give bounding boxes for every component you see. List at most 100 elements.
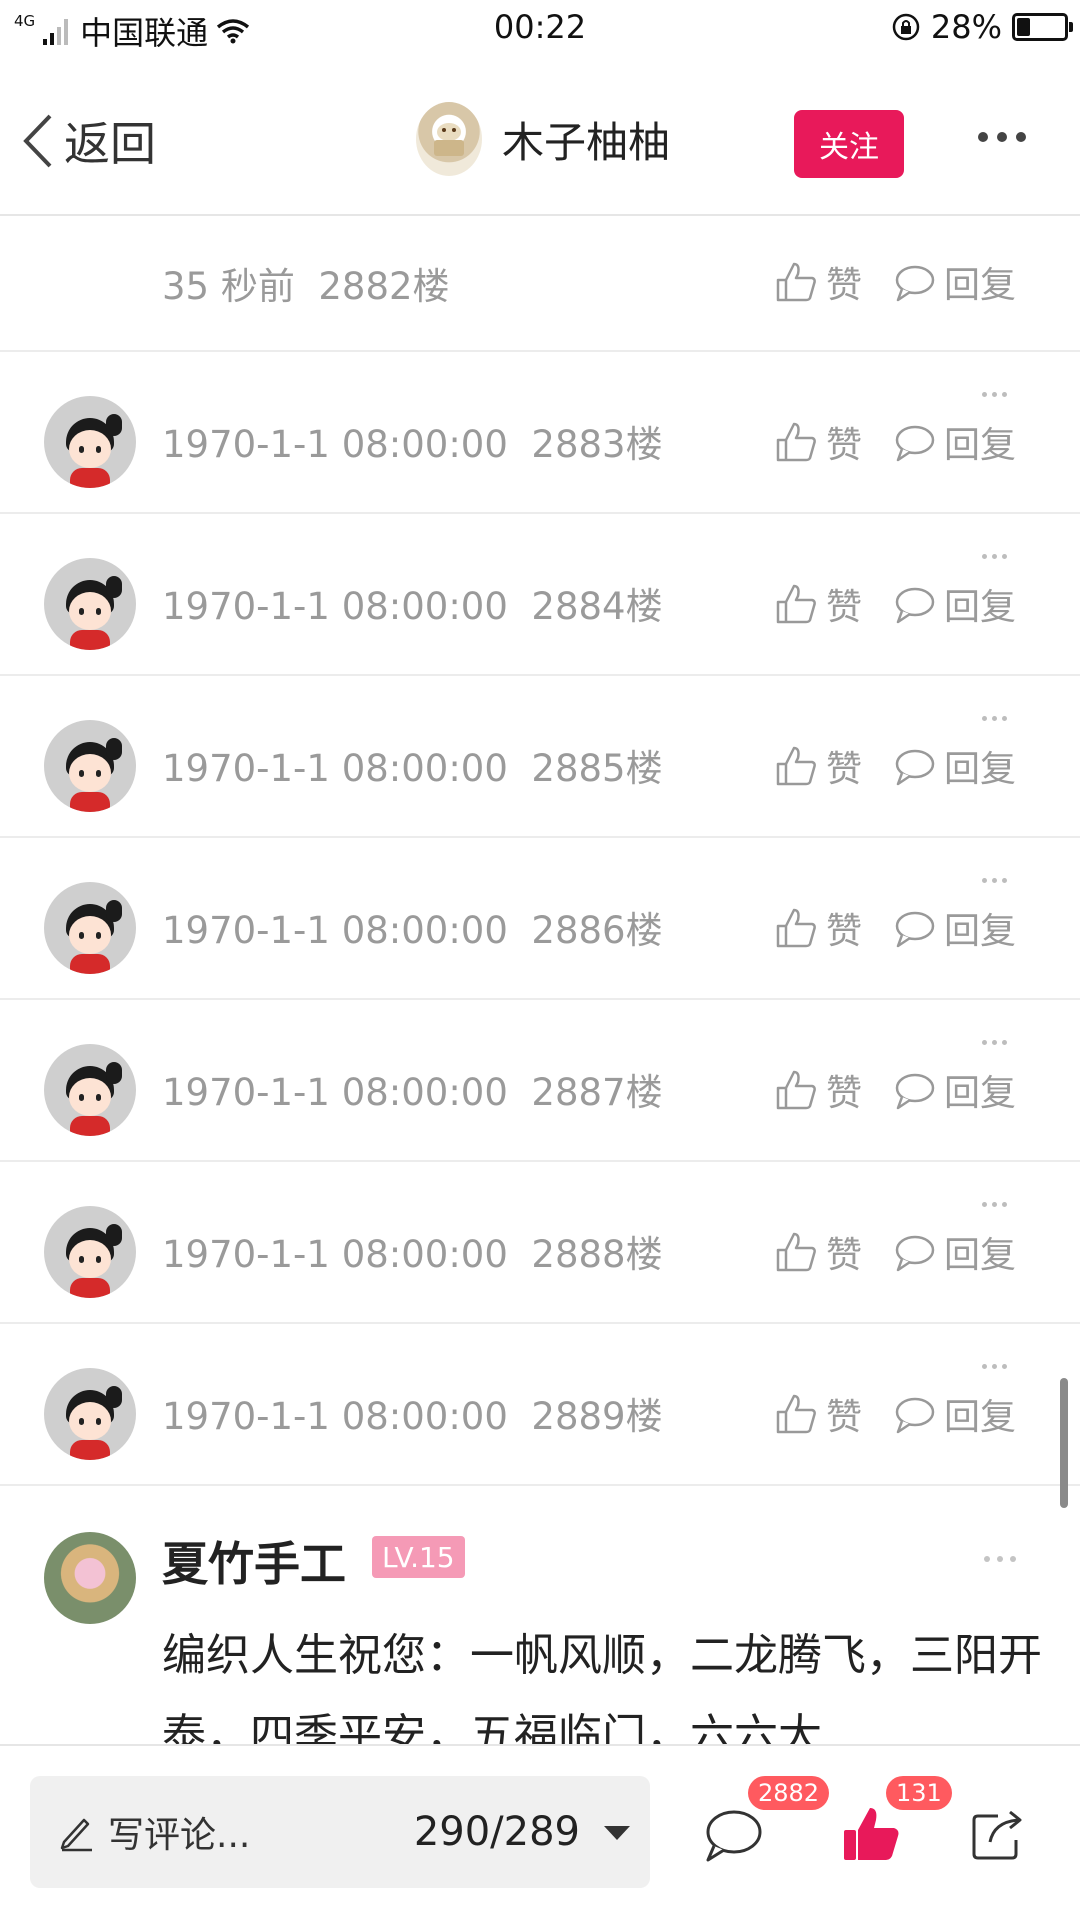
comment-input[interactable]: 写评论... 290/289 — [30, 1776, 650, 1888]
user-avatar[interactable] — [44, 882, 136, 974]
like-thumb-icon — [776, 908, 816, 948]
reply-row: 1970-1-1 08:00:00 2885楼 赞 回复 — [0, 676, 1080, 838]
share-icon — [972, 1810, 1022, 1860]
battery-percent: 28% — [930, 8, 1002, 46]
reply-row: 1970-1-1 08:00:00 2888楼 赞 回复 — [0, 1162, 1080, 1324]
reply-bubble-icon — [895, 1397, 935, 1434]
like-label: 赞 — [826, 1073, 863, 1114]
reply-label: 回复 — [944, 749, 1017, 790]
like-label: 赞 — [826, 749, 863, 790]
reply-button[interactable]: 回复 — [892, 1388, 1016, 1440]
like-button[interactable]: 赞 — [774, 578, 862, 630]
like-label: 赞 — [826, 265, 863, 306]
user-avatar[interactable] — [44, 1532, 136, 1624]
more-options-button[interactable] — [978, 132, 1026, 142]
user-avatar[interactable] — [44, 1044, 136, 1136]
reply-row: 1970-1-1 08:00:00 2889楼 赞 回复 — [0, 1324, 1080, 1486]
more-dots-icon[interactable] — [982, 1364, 1007, 1369]
more-dots-icon — [978, 132, 988, 142]
comment-bubble-icon — [706, 1810, 762, 1862]
reply-bubble-icon — [895, 425, 935, 462]
like-label: 赞 — [826, 425, 863, 466]
back-chevron-icon — [23, 114, 52, 168]
rotation-lock-icon — [892, 13, 920, 41]
reply-bubble-icon — [895, 749, 935, 786]
reply-label: 回复 — [944, 425, 1017, 466]
share-button[interactable] — [968, 1806, 1028, 1866]
reply-meta: 1970-1-1 08:00:00 2886楼 — [162, 909, 663, 952]
bottom-action-bar: 写评论... 290/289 2882 131 — [0, 1744, 1080, 1920]
reply-meta: 1970-1-1 08:00:00 2887楼 — [162, 1071, 663, 1114]
like-thumb-icon — [776, 746, 816, 786]
like-label: 赞 — [826, 1397, 863, 1438]
like-post-button[interactable]: 131 — [842, 1776, 952, 1866]
like-button[interactable]: 赞 — [774, 1388, 862, 1440]
reply-label: 回复 — [944, 1397, 1017, 1438]
cake-icon — [434, 123, 464, 156]
reply-label: 回复 — [944, 1073, 1017, 1114]
more-dots-icon[interactable] — [982, 878, 1007, 883]
user-avatar[interactable] — [44, 1368, 136, 1460]
like-thumb-icon — [776, 422, 816, 462]
author-name: 木子柚柚 — [502, 117, 671, 167]
like-thumb-icon — [776, 1394, 816, 1434]
more-dots-icon[interactable] — [982, 1202, 1007, 1207]
reply-row: 1970-1-1 08:00:00 2884楼 赞 回复 — [0, 514, 1080, 676]
user-avatar[interactable] — [44, 558, 136, 650]
more-dots-icon[interactable] — [982, 554, 1007, 559]
reply-list: 35 秒前 2882楼 赞 回复 1970-1-1 08:00:00 2883楼… — [0, 216, 1080, 1486]
reply-meta: 35 秒前 2882楼 — [162, 265, 450, 308]
author-info[interactable]: 木子柚柚 — [416, 102, 670, 176]
reply-meta: 1970-1-1 08:00:00 2889楼 — [162, 1395, 663, 1438]
reply-row: 35 秒前 2882楼 赞 回复 — [0, 216, 1080, 352]
scrollbar[interactable] — [1060, 1378, 1068, 1508]
like-button[interactable]: 赞 — [774, 256, 862, 308]
like-button[interactable]: 赞 — [774, 902, 862, 954]
author-avatar[interactable] — [416, 102, 482, 176]
reply-bubble-icon — [895, 1073, 935, 1110]
status-bar: 4G 中国联通 00:22 28% — [0, 0, 1080, 58]
reply-button[interactable]: 回复 — [892, 416, 1016, 468]
reply-bubble-icon — [895, 587, 935, 624]
reply-meta: 1970-1-1 08:00:00 2884楼 — [162, 585, 663, 628]
dropdown-caret-icon[interactable] — [604, 1826, 630, 1840]
like-label: 赞 — [826, 587, 863, 628]
reply-button[interactable]: 回复 — [892, 902, 1016, 954]
reply-button[interactable]: 回复 — [892, 1226, 1016, 1278]
reply-button[interactable]: 回复 — [892, 740, 1016, 792]
reply-label: 回复 — [944, 911, 1017, 952]
comments-button[interactable]: 2882 — [700, 1776, 830, 1866]
comment-placeholder: 写评论... — [108, 1815, 251, 1856]
page-counter: 290/289 — [413, 1809, 580, 1855]
like-thumb-icon — [776, 1070, 816, 1110]
like-button[interactable]: 赞 — [774, 1064, 862, 1116]
like-button[interactable]: 赞 — [774, 740, 862, 792]
like-thumb-icon — [776, 584, 816, 624]
thumbs-up-filled-icon — [844, 1808, 899, 1860]
pencil-icon — [60, 1818, 92, 1852]
reply-row: 1970-1-1 08:00:00 2886楼 赞 回复 — [0, 838, 1080, 1000]
reply-meta: 1970-1-1 08:00:00 2888楼 — [162, 1233, 663, 1276]
user-avatar[interactable] — [44, 396, 136, 488]
reply-button[interactable]: 回复 — [892, 256, 1016, 308]
more-dots-icon[interactable] — [982, 1040, 1007, 1045]
comment-user-name[interactable]: 夏竹手工 — [162, 1528, 346, 1594]
more-dots-icon[interactable] — [982, 716, 1007, 721]
reply-bubble-icon — [895, 911, 935, 948]
reply-button[interactable]: 回复 — [892, 578, 1016, 630]
reply-row: 1970-1-1 08:00:00 2883楼 赞 回复 — [0, 352, 1080, 514]
comment-item: 夏竹手工 LV.15 编织人生祝您：一帆风顺，二龙腾飞，三阳开泰，四季平安，五福… — [0, 1488, 1080, 1744]
like-label: 赞 — [826, 911, 863, 952]
more-dots-icon[interactable] — [984, 1556, 1016, 1562]
like-button[interactable]: 赞 — [774, 416, 862, 468]
like-thumb-icon — [776, 262, 816, 302]
user-avatar[interactable] — [44, 1206, 136, 1298]
reply-bubble-icon — [895, 1235, 935, 1272]
follow-button[interactable]: 关注 — [794, 110, 904, 178]
more-dots-icon[interactable] — [982, 392, 1007, 397]
back-label: 返回 — [64, 117, 156, 171]
like-button[interactable]: 赞 — [774, 1226, 862, 1278]
reply-button[interactable]: 回复 — [892, 1064, 1016, 1116]
user-avatar[interactable] — [44, 720, 136, 812]
back-button[interactable]: 返回 — [20, 108, 156, 174]
